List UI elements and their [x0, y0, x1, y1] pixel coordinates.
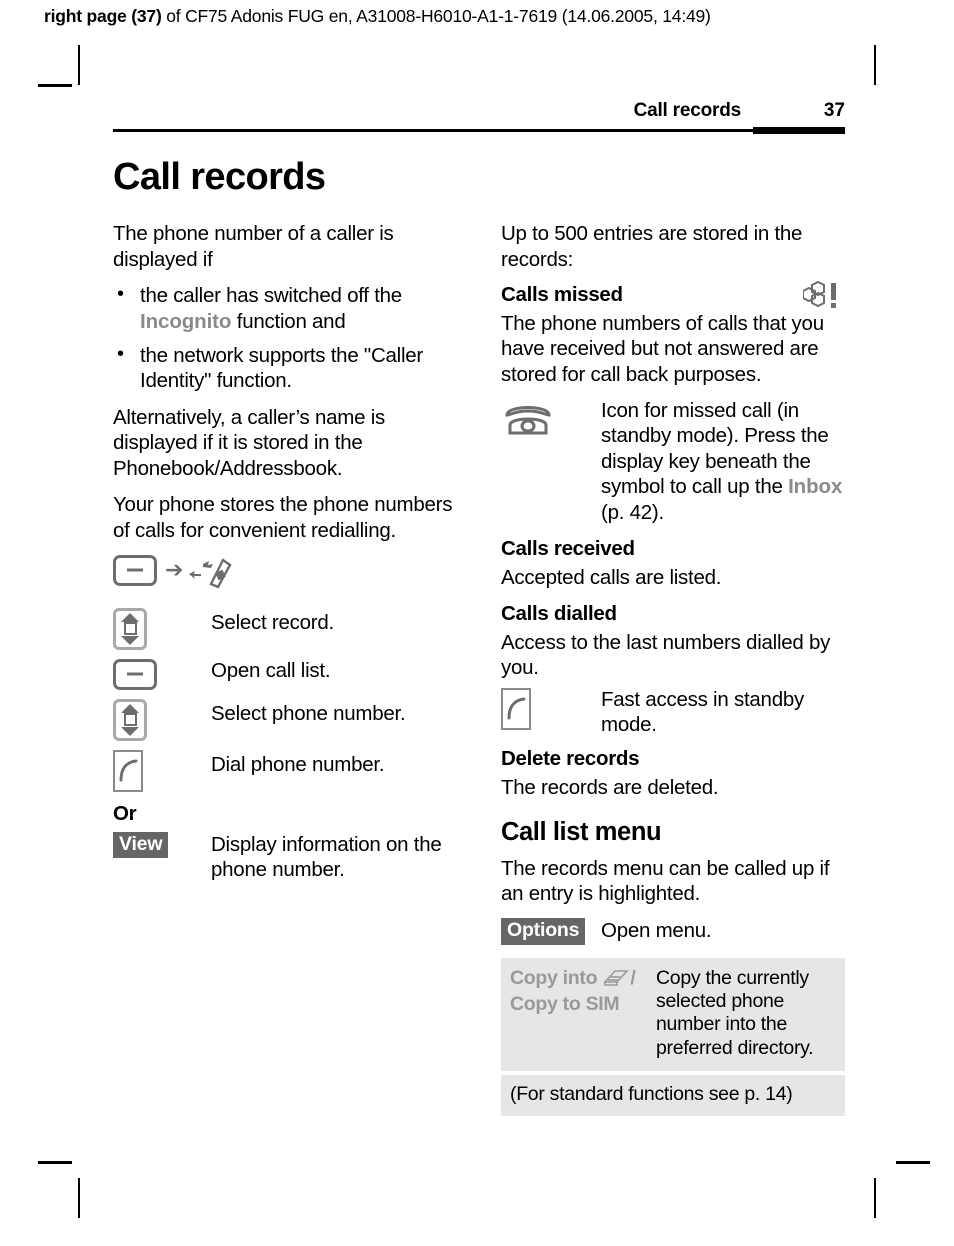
calls-received-heading: Calls received [501, 537, 635, 561]
page-content: Call records 37 Call records The phone n… [113, 96, 845, 1117]
option-name-line1: Copy into [510, 966, 598, 989]
crop-mark-bottom-right-vertical [874, 1178, 876, 1218]
arrow-right-icon: ➔ [165, 556, 184, 582]
step-row-select-phone-number: Select phone number. [113, 698, 457, 741]
bullet-text-before: the network supports the "Caller Identit… [140, 344, 424, 393]
step-icons-group: ➔ [113, 554, 233, 595]
step-row-open-records: ➔ [113, 554, 457, 595]
call-records-menu-icon [187, 555, 233, 595]
call-list-menu-body: The records menu can be called up if an … [501, 856, 830, 906]
step-key-cell [113, 607, 211, 650]
template-info-vertical: Template: X75, Version 2.2; VAR Language… [932, 0, 952, 22]
option-name-cell: Copy into / Copy to SIM [510, 967, 656, 1061]
call-list-menu-heading: Call list menu [501, 818, 662, 847]
calls-missed-heading-row: Calls missed [501, 281, 845, 309]
calls-received-body: Accepted calls are listed. [501, 565, 722, 589]
options-key-cell: Options [501, 917, 601, 945]
addressbook-icon [603, 969, 630, 993]
page-header: Call records 37 [113, 96, 845, 134]
step-description: Select phone number. [211, 701, 406, 725]
missed-call-description: Icon for missed call (in standby mode). … [601, 398, 845, 525]
crop-mark-bottom-right-horizontal [896, 1161, 930, 1164]
nav-center-square-icon [123, 713, 137, 727]
options-display-key[interactable]: Options [501, 918, 586, 945]
missed-call-icon-row: Icon for missed call (in standby mode). … [501, 398, 845, 525]
left-intro-paragraph: The phone number of a caller is displaye… [113, 222, 394, 271]
print-running-head-rest: of CF75 Adonis FUG en, A31008-H6010-A1-1… [161, 6, 711, 26]
header-rule [113, 129, 845, 132]
nav-center-square-icon [123, 622, 137, 636]
bullet-text-after: function and [231, 309, 346, 333]
step-description: Select record. [211, 610, 334, 634]
table-row: Copy into / Copy to SIM Copy the current… [501, 957, 845, 1072]
header-rule-thick-segment [753, 127, 845, 134]
step-key-cell [113, 658, 211, 690]
delete-records-heading: Delete records [501, 747, 640, 771]
crop-mark-top-left-vertical [78, 45, 80, 85]
fast-access-key-cell [501, 687, 601, 730]
crop-mark-top-left-horizontal [38, 84, 72, 87]
missed-call-telephone-icon [501, 399, 555, 442]
calls-dialled-body: Access to the last numbers dialled by yo… [501, 630, 831, 680]
alternatively-paragraph: Alternatively, a caller’s name is displa… [113, 405, 386, 480]
view-display-key[interactable]: View [113, 831, 169, 858]
list-item: the caller has switched off the Incognit… [113, 282, 457, 334]
triangle-up-icon [121, 703, 139, 713]
list-item: the network supports the "Caller Identit… [113, 342, 457, 394]
fast-access-description: Fast access in standby mode. [601, 687, 805, 736]
bullet-text-before: the caller has switched off the [140, 284, 402, 308]
options-table: Copy into / Copy to SIM Copy the current… [501, 957, 845, 1117]
calls-missed-heading: Calls missed [501, 283, 623, 307]
header-page-number: 37 [823, 100, 845, 121]
navigation-key-icon [113, 698, 147, 741]
navigation-key-icon [113, 607, 147, 650]
step-row-open-call-list: Open call list. [113, 658, 457, 690]
option-name-slash: / [630, 966, 636, 989]
softkey-icon [113, 658, 157, 690]
step-description: Display information on the phone number. [211, 832, 442, 881]
missed-call-icon-cell [501, 398, 601, 442]
two-column-layout: The phone number of a caller is displaye… [113, 221, 845, 1117]
softkey-icon [113, 554, 157, 586]
step-description: Dial phone number. [211, 752, 385, 776]
triangle-down-icon [121, 726, 139, 736]
or-label: Or [113, 801, 137, 825]
step-key-cell [113, 698, 211, 741]
crop-mark-top-right-vertical [874, 45, 876, 85]
step-row-dial-phone-number: Dial phone number. [113, 749, 457, 792]
fast-access-row: Fast access in standby mode. [501, 687, 845, 738]
options-key-row: Options Open menu. [501, 917, 845, 945]
call-key-icon [501, 687, 531, 730]
print-running-head: right page (37) of CF75 Adonis FUG en, A… [44, 6, 711, 27]
crop-mark-bottom-left-vertical [78, 1178, 80, 1218]
step-description: Open call list. [211, 658, 331, 682]
step-row-select-record: Select record. [113, 607, 457, 650]
crop-mark-bottom-left-horizontal [38, 1161, 72, 1164]
calls-dialled-heading: Calls dialled [501, 602, 617, 626]
triangle-down-icon [121, 635, 139, 645]
step-row-view: View Display information on the phone nu… [113, 831, 457, 883]
step-key-cell: View [113, 831, 211, 858]
print-running-head-prefix: right page (37) [44, 6, 162, 26]
calls-missed-body: The phone numbers of calls that you have… [501, 311, 824, 386]
bullet-screen-term: Incognito [140, 309, 232, 333]
delete-records-body: The records are deleted. [501, 775, 719, 799]
page-title: Call records [113, 156, 326, 198]
header-chapter-title: Call records [633, 100, 742, 121]
stores-paragraph: Your phone stores the phone numbers of c… [113, 493, 453, 542]
conditions-bullet-list: the caller has switched off the Incognit… [113, 282, 457, 394]
right-column: Up to 500 entries are stored in the reco… [501, 221, 845, 1117]
options-key-description: Open menu. [601, 919, 712, 943]
option-name-line2: Copy to SIM [510, 992, 620, 1015]
inbox-screen-term: Inbox [788, 475, 843, 499]
triangle-up-icon [121, 612, 139, 622]
call-key-icon [113, 749, 143, 792]
step-key-cell [113, 749, 211, 792]
missed-calls-menu-hexagon-icon [802, 281, 845, 316]
right-intro-paragraph: Up to 500 entries are stored in the reco… [501, 222, 803, 271]
option-description-cell: Copy the currently selected phone number… [656, 966, 814, 1059]
left-column: The phone number of a caller is displaye… [113, 221, 457, 1116]
missed-call-desc-after: (p. 42). [601, 500, 664, 524]
table-footer-note: (For standard functions see p. 14) [501, 1075, 845, 1117]
